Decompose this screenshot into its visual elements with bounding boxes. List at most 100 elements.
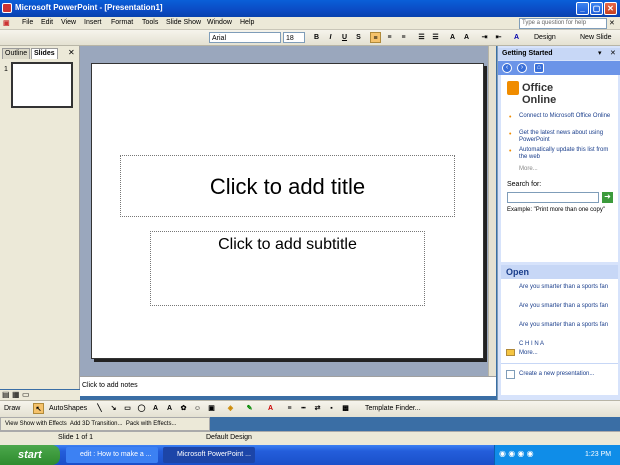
italic-button[interactable]: I <box>325 32 336 43</box>
outdent-icon[interactable]: ⇤ <box>493 32 504 43</box>
arrow-icon[interactable]: ↘ <box>108 403 119 414</box>
line-icon[interactable]: ╲ <box>94 403 105 414</box>
fill-color-icon[interactable]: ◈ <box>225 403 236 414</box>
arrow-style-icon[interactable]: ⇄ <box>312 403 323 414</box>
clip-art-icon[interactable]: ☺ <box>192 403 203 414</box>
start-button[interactable]: start <box>0 445 60 465</box>
decrease-font-icon[interactable]: A <box>461 32 472 43</box>
home-icon[interactable]: ⌂ <box>534 63 544 73</box>
more-link[interactable]: More... <box>519 166 616 173</box>
tray-icons[interactable]: ◉ ◉ ◉ ◉ <box>499 449 534 458</box>
new-slide-button[interactable]: New Slide <box>580 32 612 43</box>
slide-thumbnail[interactable] <box>11 62 73 108</box>
3d-style-icon[interactable]: ▩ <box>340 403 351 414</box>
picture-icon[interactable]: ▣ <box>206 403 217 414</box>
increase-font-icon[interactable]: A <box>447 32 458 43</box>
oval-icon[interactable]: ◯ <box>136 403 147 414</box>
select-objects-icon[interactable]: ↖ <box>33 403 44 414</box>
link-connect-office-online[interactable]: Connect to Microsoft Office Online <box>519 113 616 120</box>
document-icon[interactable]: ▣ <box>3 19 10 27</box>
slide-sorter-icon[interactable]: ▦ <box>12 390 20 399</box>
menu-view[interactable]: View <box>61 19 76 26</box>
indent-icon[interactable]: ⇥ <box>479 32 490 43</box>
bullets-icon[interactable]: ☰ <box>430 32 441 43</box>
menu-file[interactable]: File <box>22 19 33 26</box>
line-color-icon[interactable]: ✎ <box>244 403 255 414</box>
link-latest-news[interactable]: Get the latest news about using PowerPoi… <box>519 130 616 144</box>
menu-tools[interactable]: Tools <box>142 19 158 26</box>
font-color-icon[interactable]: A <box>511 32 522 43</box>
rectangle-icon[interactable]: ▭ <box>122 403 133 414</box>
wordart-icon[interactable]: A <box>164 403 175 414</box>
menu-window[interactable]: Window <box>207 19 232 26</box>
office-online-text: Office Online <box>522 82 557 106</box>
create-new-presentation-link[interactable]: Create a new presentation... <box>519 371 614 378</box>
add-3d-transition-button[interactable]: Add 3D Transition... <box>70 421 123 427</box>
align-left-icon[interactable]: ≡ <box>370 32 381 43</box>
slide-count: Slide 1 of 1 <box>58 434 94 441</box>
link-auto-update[interactable]: Automatically update this list from the … <box>519 147 616 161</box>
search-input[interactable] <box>507 192 599 203</box>
vertical-scrollbar[interactable] <box>488 46 496 376</box>
recent-file[interactable]: Are you smarter than a sports fan <box>519 322 614 329</box>
system-tray: ◉ ◉ ◉ ◉ 1:23 PM <box>494 445 620 465</box>
font-size-select[interactable]: 18 <box>283 32 305 43</box>
menu-insert[interactable]: Insert <box>84 19 102 26</box>
font-color-drawing-icon[interactable]: A <box>265 403 276 414</box>
numbering-icon[interactable]: ☰ <box>416 32 427 43</box>
design-button[interactable]: Design <box>534 32 556 43</box>
menu-slide-show[interactable]: Slide Show <box>166 19 201 26</box>
text-box-icon[interactable]: A <box>150 403 161 414</box>
close-button[interactable]: ✕ <box>604 2 617 15</box>
powerpoint-icon[interactable] <box>2 3 12 13</box>
close-pane-icon[interactable]: ✕ <box>68 48 75 57</box>
dash-style-icon[interactable]: ┅ <box>298 403 309 414</box>
open-panel: Open Are you smarter than a sports fan A… <box>501 265 618 395</box>
menu-edit[interactable]: Edit <box>41 19 53 26</box>
slide-show-icon[interactable]: ▭ <box>22 390 30 399</box>
autoshapes-menu[interactable]: AutoShapes <box>49 403 87 414</box>
search-go-icon[interactable]: ➜ <box>602 192 613 203</box>
office-logo-icon <box>507 81 519 95</box>
draw-menu[interactable]: Draw <box>4 403 20 414</box>
subtitle-placeholder[interactable]: Click to add subtitle <box>150 231 425 306</box>
slide[interactable]: Click to add title Click to add subtitle <box>91 63 484 359</box>
tab-slides[interactable]: Slides <box>31 48 58 59</box>
recent-file[interactable]: C H I N A <box>519 341 614 348</box>
notes-pane[interactable]: Click to add notes <box>80 376 496 396</box>
title-placeholder[interactable]: Click to add title <box>120 155 455 217</box>
menu-help[interactable]: Help <box>240 19 254 26</box>
getting-started-panel: Office Online • Connect to Microsoft Off… <box>501 75 618 262</box>
bullet-icon: • <box>509 131 512 138</box>
line-style-icon[interactable]: ≡ <box>284 403 295 414</box>
bold-button[interactable]: B <box>311 32 322 43</box>
back-icon[interactable]: ‹ <box>502 63 512 73</box>
diagram-icon[interactable]: ✿ <box>178 403 189 414</box>
underline-button[interactable]: U <box>339 32 350 43</box>
maximize-button[interactable]: ▢ <box>590 2 603 15</box>
recent-file[interactable]: Are you smarter than a sports fan <box>519 284 614 291</box>
office-online-logo[interactable]: Office Online <box>507 79 579 106</box>
close-document-icon[interactable]: ✕ <box>609 19 615 27</box>
align-center-icon[interactable]: ≡ <box>384 32 395 43</box>
task-pane-close-icon[interactable]: ✕ <box>610 49 616 57</box>
tab-outline[interactable]: Outline <box>2 48 31 59</box>
font-name-select[interactable]: Arial <box>209 32 281 43</box>
normal-view-icon[interactable]: ▤ <box>2 390 10 399</box>
minimize-button[interactable]: _ <box>576 2 589 15</box>
shadow-style-icon[interactable]: ▪ <box>326 403 337 414</box>
task-pane-dropdown-icon[interactable]: ▾ <box>598 49 602 57</box>
help-search-input[interactable]: Type a question for help <box>519 18 607 29</box>
open-more-link[interactable]: More... <box>519 350 614 357</box>
menu-format[interactable]: Format <box>111 19 133 26</box>
view-show-with-effects-button[interactable]: View Show with Effects <box>5 421 67 427</box>
shadow-button[interactable]: S <box>353 32 364 43</box>
taskbar-item-browser[interactable]: edit : How to make a ... <box>66 447 158 463</box>
taskbar-item-powerpoint[interactable]: Microsoft PowerPoint ... <box>163 447 255 463</box>
align-right-icon[interactable]: ≡ <box>398 32 409 43</box>
forward-icon[interactable]: › <box>517 63 527 73</box>
recent-file[interactable]: Are you smarter than a sports fan <box>519 303 614 310</box>
pack-with-effects-button[interactable]: Pack with Effects... <box>126 421 177 427</box>
template-finder-button[interactable]: Template Finder... <box>365 403 421 414</box>
bullet-icon: • <box>509 114 512 121</box>
